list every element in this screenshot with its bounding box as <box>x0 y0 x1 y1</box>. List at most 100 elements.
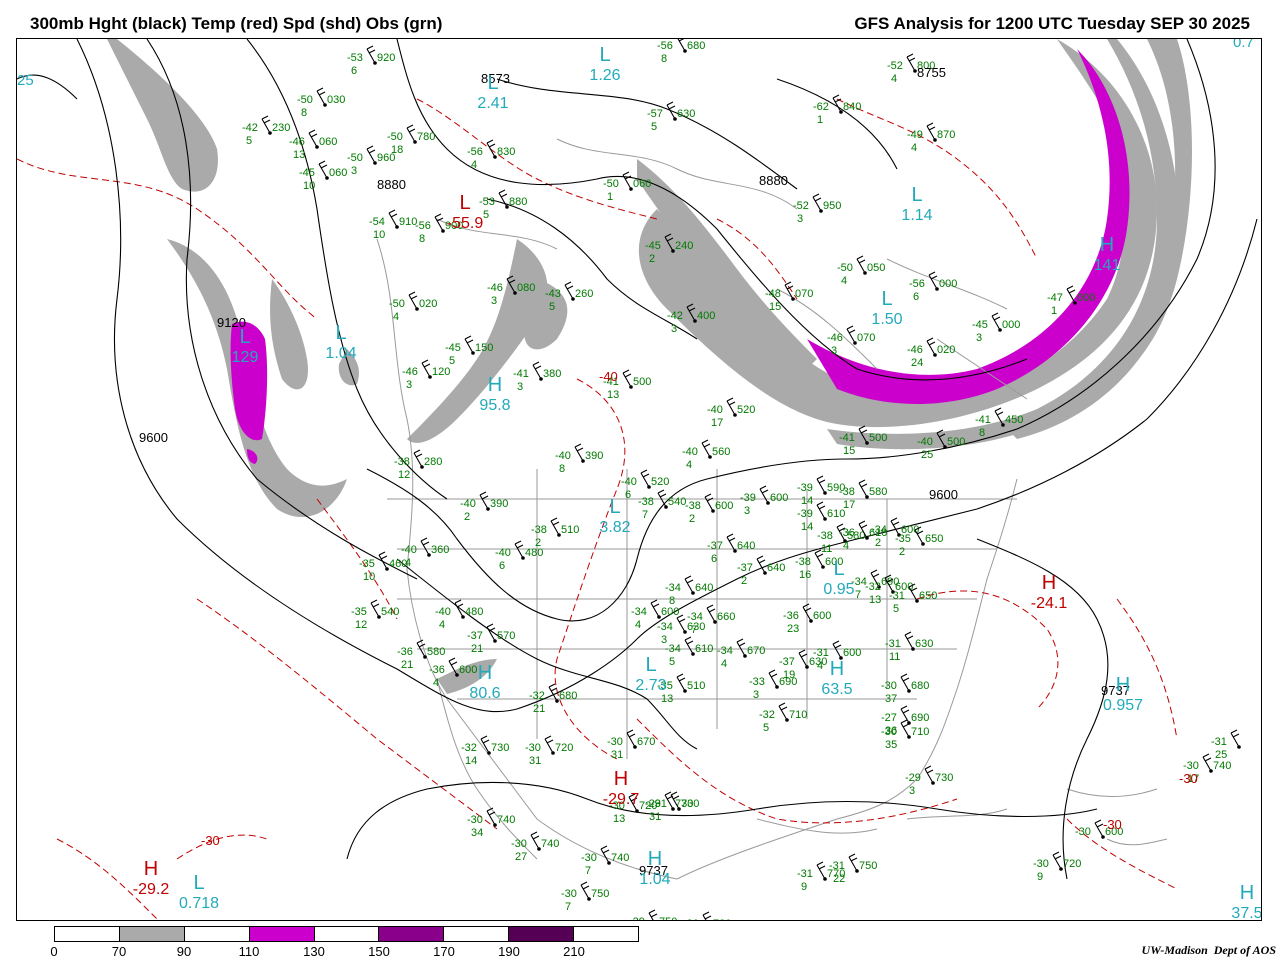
high-center-marker: H-29.7 <box>603 768 640 808</box>
wind-barb <box>622 171 632 190</box>
station-obs: -39 600 3 <box>740 485 788 517</box>
center-letter: H <box>648 848 662 870</box>
obs-temperature: -45 <box>299 167 315 179</box>
obs-temperature: -46 <box>827 332 843 344</box>
obs-dewpoint-depression: 13 <box>661 693 673 705</box>
station-obs: -30 750 7 <box>561 881 609 913</box>
station-obs: -54 91010 <box>369 209 417 241</box>
obs-temperature: -37 <box>779 656 795 668</box>
wind-barb <box>900 673 910 692</box>
obs-height: 540 <box>668 496 686 508</box>
obs-height: 450 <box>1005 414 1023 426</box>
station-obs: -50 030 8 <box>297 87 345 119</box>
obs-dewpoint-depression: 8 <box>559 463 565 475</box>
obs-temperature: -43 <box>545 288 561 300</box>
wind-barb <box>413 449 423 468</box>
obs-temperature: -39 <box>797 508 813 520</box>
obs-height: 520 <box>737 404 755 416</box>
station-obs: -40 390 2 <box>460 491 508 523</box>
obs-temperature: -36 <box>397 646 413 658</box>
station-obs: -30 720 31 <box>525 735 573 767</box>
wind-barb <box>420 537 430 556</box>
station-obs: -35 540 12 <box>351 599 399 631</box>
wind-barb <box>706 604 716 623</box>
obs-temperature: -45 <box>645 240 661 252</box>
temperature-contour <box>554 378 626 760</box>
obs-height: 380 <box>543 368 561 380</box>
obs-temperature: -50 <box>387 131 403 143</box>
station-obs: -37 570 21 <box>467 623 515 655</box>
temperature-contour <box>1116 598 1178 740</box>
obs-height: 070 <box>857 332 875 344</box>
obs-height: 730 <box>491 742 509 754</box>
wind-barb <box>924 765 934 784</box>
obs-height: 400 <box>697 310 715 322</box>
obs-dewpoint-depression: 10 <box>373 229 385 241</box>
obs-temperature: -35 <box>359 558 375 570</box>
obs-dewpoint-depression: 14 <box>801 495 813 507</box>
center-letter: H <box>1100 234 1114 256</box>
obs-height: 640 <box>767 562 785 574</box>
legend-tick-label: 130 <box>303 944 325 959</box>
obs-height: 080 <box>517 282 535 294</box>
obs-height: 880 <box>509 196 527 208</box>
temperature-contour <box>416 98 658 220</box>
center-value: 2.41 <box>477 95 508 112</box>
obs-height: 710 <box>911 726 929 738</box>
center-value: 1.14 <box>901 207 932 224</box>
obs-dewpoint-depression: 7 <box>855 589 861 601</box>
obs-temperature: -52 <box>887 60 903 72</box>
obs-height: 000 <box>1077 292 1095 304</box>
obs-temperature: -30 <box>467 814 483 826</box>
obs-dewpoint-depression: 23 <box>787 623 799 635</box>
wind-barb <box>676 673 686 692</box>
obs-dewpoint-depression: 3 <box>406 379 412 391</box>
obs-height: 000 <box>1002 319 1020 331</box>
center-letter: L <box>609 496 620 518</box>
obs-temperature: -45 <box>972 319 988 331</box>
height-contour-label: 9600 <box>929 487 958 502</box>
wind-barb <box>726 533 736 552</box>
obs-height: 720 <box>1063 858 1081 870</box>
obs-height: 570 <box>497 630 515 642</box>
obs-dewpoint-depression: 1 <box>817 114 823 126</box>
obs-dewpoint-depression: 9 <box>801 881 807 893</box>
wind-barb <box>726 397 736 416</box>
map-canvas: -53 9206-50 0308-42 2305 -46 06013-45 06010-50… <box>17 39 1261 921</box>
center-value: 141 <box>1094 257 1121 274</box>
center-letter: L <box>239 326 250 348</box>
obs-height: 500 <box>869 432 887 444</box>
center-letter: L <box>335 322 346 344</box>
obs-temperature: -40 <box>621 476 637 488</box>
center-letter: H <box>478 662 492 684</box>
wind-barbs: -53 9206-50 0308-42 2305 -46 06013-45 06010-50… <box>242 39 1241 921</box>
obs-temperature: -50 <box>347 152 363 164</box>
center-value: 129 <box>232 349 259 366</box>
wind-barb <box>366 145 376 164</box>
station-obs: -34 670 4 <box>717 638 765 670</box>
low-center-marker: L2.73 <box>635 654 666 694</box>
wind-barb <box>626 729 636 748</box>
obs-dewpoint-depression: 5 <box>549 301 555 313</box>
wind-barb <box>684 636 694 655</box>
obs-dewpoint-depression: 2 <box>649 253 655 265</box>
obs-temperature: -36 <box>839 527 855 539</box>
wind-barb <box>622 369 632 388</box>
obs-temperature: -34 <box>665 582 681 594</box>
center-value: 63.5 <box>821 681 852 698</box>
obs-temperature: -33 <box>749 676 765 688</box>
high-center-marker: H-24.1 <box>1031 572 1068 612</box>
center-letter: L <box>881 288 892 310</box>
obs-dewpoint-depression: 3 <box>909 785 915 797</box>
legend-tick-labels: 0 70 90 110 130 150 170 190 210 <box>50 944 639 960</box>
obs-height: 580 <box>869 486 887 498</box>
temperature-contour <box>196 598 498 830</box>
wind-barb <box>1230 729 1240 748</box>
obs-height: 000 <box>939 278 957 290</box>
obs-temperature: -40 <box>682 446 698 458</box>
center-letter: H <box>488 374 502 396</box>
wind-barb <box>816 475 826 494</box>
station-obs: -31 630 11 <box>885 631 933 663</box>
low-center-marker: L1.26 <box>589 44 620 84</box>
obs-height: 750 <box>659 916 677 921</box>
